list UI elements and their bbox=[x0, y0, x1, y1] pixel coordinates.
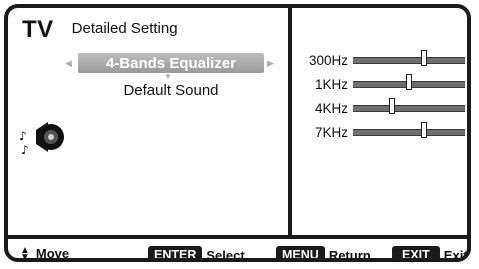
menu-key[interactable]: MENU bbox=[276, 246, 325, 258]
footer-enter-select[interactable]: ENTER Select bbox=[148, 246, 245, 262]
eq-band-label: 1KHz bbox=[314, 76, 348, 92]
eq-band-4khz[interactable]: 4KHz bbox=[300, 97, 467, 118]
enter-key[interactable]: ENTER bbox=[148, 246, 203, 258]
exit-label: Exit bbox=[443, 247, 468, 262]
footer-exit[interactable]: EXIT Exit bbox=[392, 246, 468, 262]
svg-text:♪: ♪ bbox=[19, 129, 27, 143]
svg-text:♪: ♪ bbox=[21, 143, 29, 157]
osd-menu-frame: TV Detailed Setting ◀ 4-Bands Equalizer … bbox=[4, 4, 471, 262]
move-label: Move bbox=[35, 246, 70, 261]
right-arrow-icon[interactable]: ▶ bbox=[267, 58, 274, 69]
eq-band-label: 300Hz bbox=[308, 52, 348, 68]
return-label: Return bbox=[328, 247, 371, 262]
menu-header: TV Detailed Setting bbox=[22, 16, 178, 44]
select-label: Select bbox=[206, 247, 245, 262]
menu-title: Detailed Setting bbox=[71, 20, 178, 37]
footer-menu-return[interactable]: MENU Return bbox=[276, 246, 371, 262]
footer-divider bbox=[8, 235, 467, 239]
eq-slider-thumb[interactable] bbox=[420, 121, 427, 138]
panel-divider-vertical bbox=[288, 8, 292, 235]
eq-slider-track[interactable] bbox=[353, 73, 465, 90]
eq-band-label: 4KHz bbox=[314, 100, 348, 116]
source-label: TV bbox=[22, 16, 54, 43]
eq-slider-thumb[interactable] bbox=[420, 49, 427, 66]
eq-slider-thumb[interactable] bbox=[406, 73, 412, 90]
speaker-music-icon: ♪ ♪ bbox=[19, 122, 64, 157]
eq-slider-track[interactable] bbox=[353, 97, 465, 114]
option-default-sound[interactable]: Default Sound bbox=[78, 80, 264, 100]
option-4-bands-equalizer[interactable]: 4-Bands Equalizer bbox=[78, 53, 264, 73]
footer-move: ▲ ▼ Move bbox=[20, 244, 70, 262]
eq-slider-track[interactable] bbox=[353, 121, 465, 138]
left-arrow-icon[interactable]: ◀ bbox=[65, 58, 72, 69]
eq-band-7khz[interactable]: 7KHz bbox=[300, 121, 467, 142]
eq-slider-thumb[interactable] bbox=[389, 97, 396, 114]
eq-band-300hz[interactable]: 300Hz bbox=[300, 49, 467, 70]
exit-key[interactable]: EXIT bbox=[392, 246, 440, 258]
eq-band-1khz[interactable]: 1KHz bbox=[300, 73, 467, 94]
eq-band-label: 7KHz bbox=[314, 124, 348, 140]
eq-slider-track[interactable] bbox=[353, 49, 465, 66]
up-down-arrows-icon: ▲ ▼ bbox=[20, 244, 30, 262]
